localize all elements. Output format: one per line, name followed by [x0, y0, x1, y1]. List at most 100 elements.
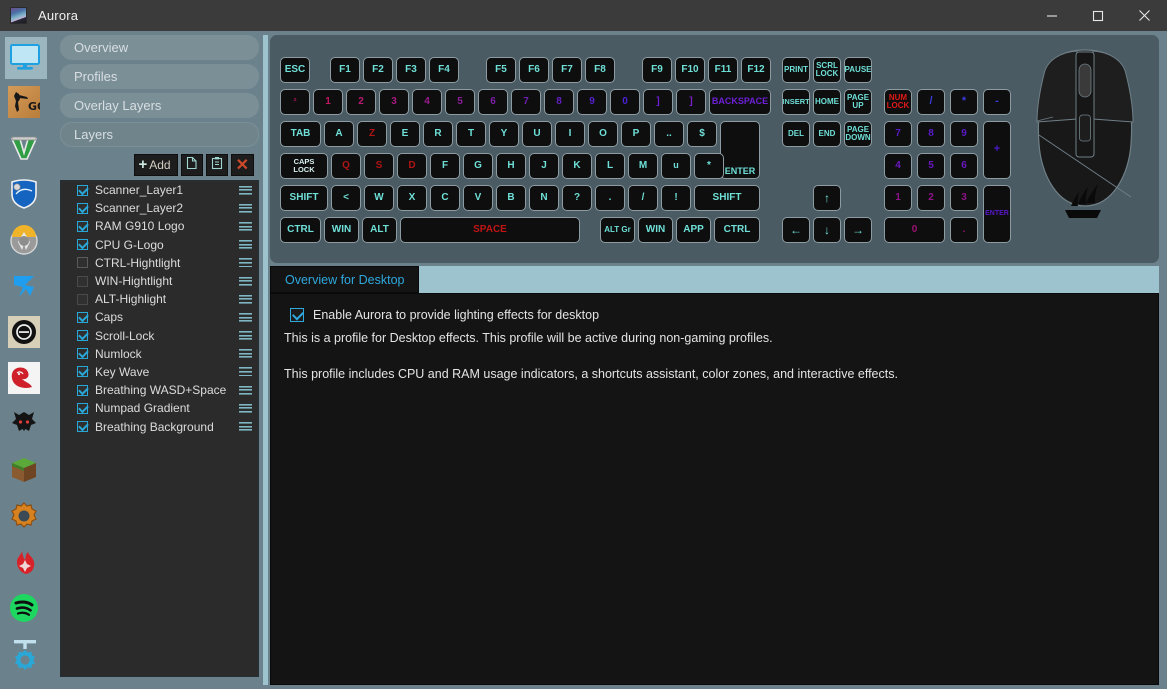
rail-item-desktop[interactable]	[5, 37, 47, 79]
keyboard-key[interactable]: F	[430, 153, 460, 179]
sidebar-item-layers[interactable]: Layers	[60, 122, 259, 147]
keyboard-key[interactable]: F12	[741, 57, 771, 83]
keyboard-key[interactable]: ENTER	[720, 121, 760, 179]
sidebar-item-overlay-layers[interactable]: Overlay Layers	[60, 93, 259, 118]
keyboard-key[interactable]: F8	[585, 57, 615, 83]
keyboard-key[interactable]: F11	[708, 57, 738, 83]
keyboard-key[interactable]: 5	[445, 89, 475, 115]
layer-drag-handle-icon[interactable]	[239, 331, 252, 341]
rail-item-gta-v[interactable]	[5, 129, 47, 171]
keyboard-preview[interactable]: ESC F1 F2 F3 F4 F5 F6 F7 F8 F9 F10 F11 F12 PRINT SCRL …	[270, 35, 1015, 263]
rail-item-guild-wars-2[interactable]	[5, 359, 47, 401]
keyboard-key[interactable]: 6	[950, 153, 978, 179]
layer-row[interactable]: ALT-Highlight	[61, 290, 258, 308]
layer-drag-handle-icon[interactable]	[239, 312, 252, 322]
keyboard-key[interactable]: A	[324, 121, 354, 147]
keyboard-key[interactable]: CTRL	[714, 217, 760, 243]
rail-item-clash-royale[interactable]	[5, 497, 47, 539]
keyboard-key[interactable]: Q	[331, 153, 361, 179]
keyboard-key[interactable]: SPACE	[400, 217, 580, 243]
copy-layer-button[interactable]	[180, 153, 203, 176]
keyboard-key[interactable]: *	[694, 153, 724, 179]
rail-item-blade-and-soul[interactable]	[5, 267, 47, 309]
keyboard-key[interactable]: 0	[884, 217, 945, 243]
keyboard-key[interactable]: NUM LOCK	[884, 89, 912, 115]
keyboard-key[interactable]: F7	[552, 57, 582, 83]
keyboard-key[interactable]: .	[595, 185, 625, 211]
layer-visibility-checkbox[interactable]	[77, 330, 88, 342]
keyboard-key[interactable]: 3	[950, 185, 978, 211]
keyboard-key[interactable]: ↑	[813, 185, 841, 211]
keyboard-key[interactable]: P	[621, 121, 651, 147]
keyboard-key[interactable]: HOME	[813, 89, 841, 115]
keyboard-key[interactable]: CAPS LOCK	[280, 153, 328, 179]
keyboard-key[interactable]: <	[331, 185, 361, 211]
keyboard-key[interactable]: WIN	[638, 217, 673, 243]
layer-drag-handle-icon[interactable]	[239, 422, 252, 432]
rail-item-minecraft[interactable]	[5, 451, 47, 493]
keyboard-key[interactable]: L	[595, 153, 625, 179]
keyboard-key[interactable]: R	[423, 121, 453, 147]
layer-row[interactable]: Key Wave	[61, 363, 258, 381]
keyboard-key[interactable]: .	[950, 217, 978, 243]
sidebar-item-overview[interactable]: Overview	[60, 35, 259, 60]
layer-visibility-checkbox[interactable]	[77, 220, 88, 232]
keyboard-key[interactable]: K	[562, 153, 592, 179]
layer-drag-handle-icon[interactable]	[239, 203, 252, 213]
keyboard-key[interactable]: I	[555, 121, 585, 147]
keyboard-key[interactable]: PAUSE	[844, 57, 872, 83]
layer-row[interactable]: Scroll-Lock	[61, 327, 258, 345]
layer-drag-handle-icon[interactable]	[239, 403, 252, 413]
layer-visibility-checkbox[interactable]	[77, 257, 88, 269]
minimize-button[interactable]	[1029, 0, 1075, 31]
keyboard-key[interactable]: Y	[489, 121, 519, 147]
keyboard-key[interactable]: 7	[884, 121, 912, 147]
mouse-preview[interactable]	[1015, 40, 1155, 258]
layer-row[interactable]: Numlock	[61, 345, 258, 363]
keyboard-key[interactable]: 9	[577, 89, 607, 115]
keyboard-key[interactable]: 8	[917, 121, 945, 147]
keyboard-key[interactable]: F6	[519, 57, 549, 83]
keyboard-key[interactable]: ]	[643, 89, 673, 115]
keyboard-key[interactable]: WIN	[324, 217, 359, 243]
layer-row[interactable]: Scanner_Layer2	[61, 199, 258, 217]
layer-row[interactable]: Breathing Background	[61, 417, 258, 435]
keyboard-key[interactable]: 3	[379, 89, 409, 115]
keyboard-key[interactable]: $	[687, 121, 717, 147]
delete-layer-button[interactable]: ✕	[230, 153, 254, 176]
layer-visibility-checkbox[interactable]	[77, 275, 88, 287]
keyboard-key[interactable]: U	[522, 121, 552, 147]
rail-item-settings[interactable]	[5, 635, 47, 677]
layer-drag-handle-icon[interactable]	[239, 258, 252, 268]
layer-visibility-checkbox[interactable]	[77, 348, 88, 360]
layer-row[interactable]: Caps	[61, 308, 258, 326]
keyboard-key[interactable]: ALT Gr	[600, 217, 635, 243]
layer-row[interactable]: RAM G910 Logo	[61, 217, 258, 235]
layer-drag-handle-icon[interactable]	[239, 221, 252, 231]
keyboard-key[interactable]: H	[496, 153, 526, 179]
layer-drag-handle-icon[interactable]	[239, 294, 252, 304]
keyboard-key[interactable]: /	[917, 89, 945, 115]
layer-drag-handle-icon[interactable]	[239, 240, 252, 250]
keyboard-key[interactable]: CTRL	[280, 217, 321, 243]
keyboard-key[interactable]: 2	[917, 185, 945, 211]
close-button[interactable]	[1121, 0, 1167, 31]
layer-visibility-checkbox[interactable]	[77, 366, 88, 378]
layer-visibility-checkbox[interactable]	[77, 202, 88, 214]
keyboard-key[interactable]: →	[844, 217, 872, 243]
layer-visibility-checkbox[interactable]	[77, 421, 88, 433]
keyboard-key[interactable]: PRINT	[782, 57, 810, 83]
sidebar-item-profiles[interactable]: Profiles	[60, 64, 259, 89]
keyboard-key[interactable]: F3	[396, 57, 426, 83]
enable-aurora-checkbox[interactable]	[290, 308, 304, 322]
layer-visibility-checkbox[interactable]	[77, 184, 88, 196]
layer-row[interactable]: WIN-Hightlight	[61, 272, 258, 290]
rail-item-spotify[interactable]	[5, 589, 47, 631]
keyboard-key[interactable]: -	[983, 89, 1011, 115]
keyboard-key[interactable]: 0	[610, 89, 640, 115]
tab-overview-for-desktop[interactable]: Overview for Desktop	[270, 266, 420, 293]
keyboard-key[interactable]: ↓	[813, 217, 841, 243]
keyboard-key[interactable]: 4	[412, 89, 442, 115]
add-layer-button[interactable]: + Add	[134, 153, 178, 176]
keyboard-key[interactable]: ALT	[362, 217, 397, 243]
